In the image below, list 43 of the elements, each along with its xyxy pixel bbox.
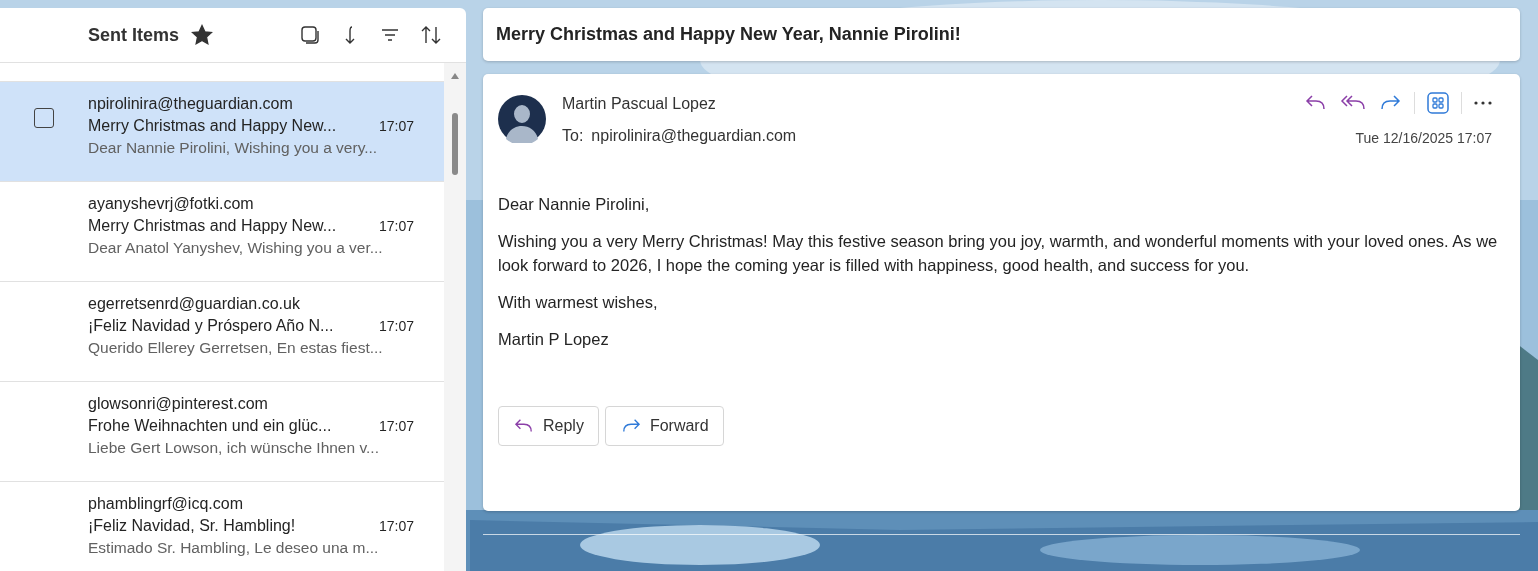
email-subject: Merry Christmas and Happy New Year, Nannie Pirolini! — [496, 24, 961, 45]
message-preview: Dear Nannie Pirolini, Wishing you a very... — [88, 139, 379, 157]
body-paragraph: Martin P Lopez — [498, 329, 610, 350]
message-time: 17:07 — [378, 318, 414, 334]
message-subject: ¡Feliz Navidad, Sr. Hambling! — [88, 517, 296, 535]
message-subject: Frohe Weihnachten und ein glüc... — [88, 417, 332, 435]
body-paragraph: With warmest wishes, — [498, 292, 659, 313]
message-time: 17:07 — [378, 518, 414, 534]
scroll-up-icon[interactable] — [451, 73, 459, 79]
recipient-address: npirolinira@theguardian.com — [591, 127, 797, 145]
to-label: To: — [562, 127, 584, 145]
body-paragraph: Dear Nannie Pirolini, — [498, 194, 651, 215]
folder-title: Sent Items — [88, 24, 180, 46]
star-icon[interactable] — [191, 24, 214, 46]
message-preview: Querido Ellerey Gerretsen, En estas fiest... — [88, 339, 384, 357]
sort-icon[interactable] — [420, 25, 442, 45]
checkbox[interactable] — [34, 108, 54, 128]
more-icon[interactable] — [1474, 101, 1492, 105]
message-time: 17:07 — [378, 118, 414, 134]
message-subject: Merry Christmas and Happy New... — [88, 217, 337, 235]
avatar — [498, 95, 546, 143]
select-icon[interactable] — [300, 25, 320, 45]
message-preview: Liebe Gert Lowson, ich wünsche Ihnen v... — [88, 439, 380, 457]
message-subject: ¡Feliz Navidad y Próspero Año N... — [88, 317, 334, 335]
message-item[interactable]: npirolinira@theguardian.com Merry Christmas and Happy New... 17:07 Dear Nannie Pirolini, Wishing you a very... — [0, 82, 444, 182]
message-time: 17:07 — [378, 218, 414, 234]
sender-address: egerretsenrd@guardian.co.uk — [88, 295, 301, 313]
scrollbar-thumb[interactable] — [452, 113, 458, 175]
reply-button[interactable]: Reply — [498, 406, 599, 446]
email-date: Tue 12/16/2025 17:07 — [1355, 130, 1492, 146]
sender-address: phamblingrf@icq.com — [88, 495, 244, 513]
forward-button[interactable]: Forward — [604, 406, 724, 446]
sender-address: ayanyshevrj@fotki.com — [88, 195, 255, 213]
message-preview: Dear Anatol Yanyshev, Wishing you a ver... — [88, 239, 384, 257]
apps-icon[interactable] — [1427, 92, 1449, 114]
message-subject: Merry Christmas and Happy New... — [88, 117, 337, 135]
sender-address: npirolinira@theguardian.com — [88, 95, 294, 113]
message-time: 17:07 — [378, 418, 414, 434]
message-preview: Estimado Sr. Hambling, Le deseo una m... — [88, 539, 380, 557]
body-paragraph: Wishing you a very Merry Christmas! May this festive season bring you joy, warmth, and wonderful moments with your loved ones. As we look forward to 2026, I hope the coming year is filled with happiness, good health, and success for you. — [498, 231, 1499, 276]
sender-address: glowsonri@pinterest.com — [88, 395, 269, 413]
sender-name: Martin Pascual Lopez — [562, 95, 717, 113]
scrollbar[interactable] — [444, 63, 466, 571]
